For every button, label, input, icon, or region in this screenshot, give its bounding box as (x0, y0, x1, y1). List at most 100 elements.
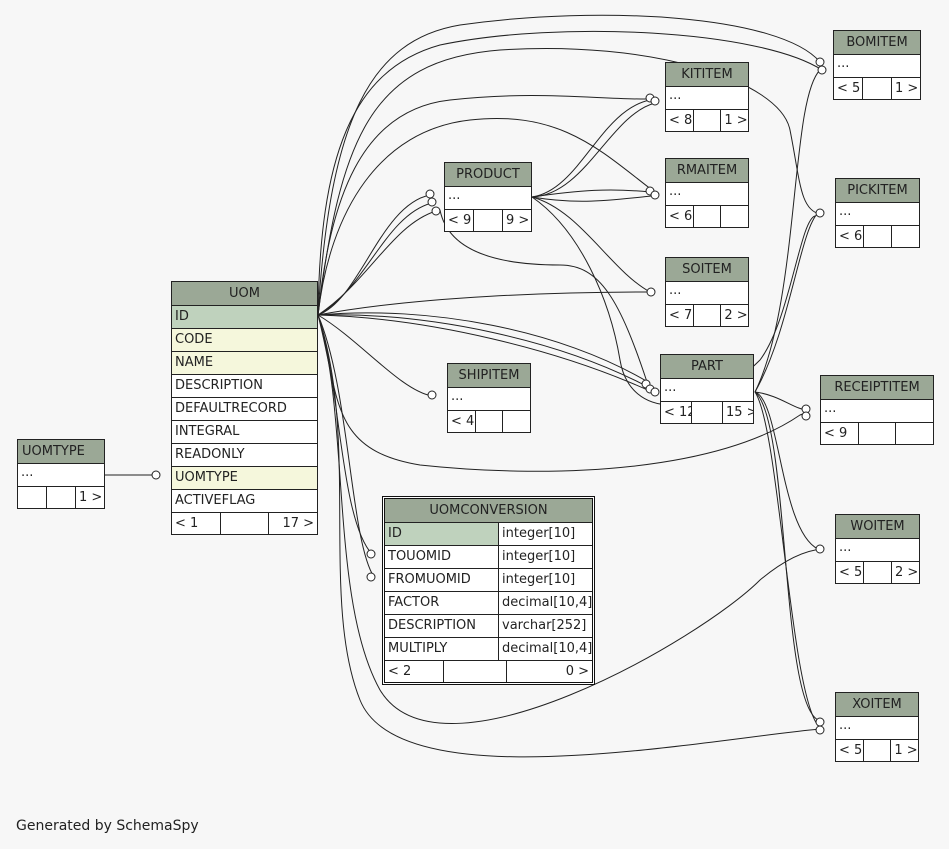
edge-end-marker (650, 190, 660, 200)
parents-count: < 5 (834, 78, 863, 99)
edge-end-marker (427, 197, 437, 207)
parents-count: < 1 (172, 513, 221, 534)
column-multiply: MULTIPLY decimal[10,4] (385, 638, 592, 661)
columns-count (859, 423, 897, 444)
edge-end-marker (151, 470, 161, 480)
collapsed-columns: ... (666, 183, 748, 206)
columns-count (864, 740, 892, 761)
column-id: ID integer[10] (385, 523, 592, 546)
edge-part-woitem (754, 391, 819, 550)
columns-count (476, 411, 504, 432)
parents-count: < 5 (836, 740, 864, 761)
table-kititem[interactable]: KITITEM ... < 8 1 > (665, 62, 749, 132)
children-count: 2 > (895, 565, 919, 580)
edge-end-marker (645, 186, 655, 196)
table-title: RMAITEM (666, 159, 748, 183)
table-part[interactable]: PART ... < 12 15 > (660, 354, 754, 424)
parents-count: < 2 (385, 661, 444, 682)
column-name: FACTOR (385, 592, 499, 614)
columns-count (221, 513, 270, 534)
table-uomtype[interactable]: UOMTYPE ... 1 > (17, 439, 105, 509)
table-title: BOMITEM (834, 31, 920, 55)
column-name: TOUOMID (385, 546, 499, 568)
edge-end-marker (650, 96, 660, 106)
table-bomitem[interactable]: BOMITEM ... < 5 1 > (833, 30, 921, 100)
table-uom[interactable]: UOM ID CODE NAME DESCRIPTION DEFAULTRECO… (171, 281, 318, 535)
columns-count (444, 661, 507, 682)
children-count: 0 > (565, 664, 589, 679)
children-count: 15 > (726, 405, 753, 420)
table-footer: < 6 (666, 206, 748, 227)
columns-count (864, 562, 892, 583)
edge-product-rmaitem-1 (531, 189, 651, 198)
parents-count: < 9 (445, 210, 474, 231)
edge-end-marker (815, 57, 825, 67)
table-shipitem[interactable]: SHIPITEM ... < 4 (447, 363, 531, 433)
parents-count: < 6 (836, 226, 864, 247)
table-footer: < 6 (836, 226, 919, 247)
table-product[interactable]: PRODUCT ... < 9 9 > (444, 162, 532, 232)
column-type: decimal[10,4] (502, 595, 592, 610)
edge-part-bomitem (754, 69, 821, 393)
children-count: 17 > (282, 516, 315, 531)
edge-end-marker (366, 572, 376, 582)
column-readonly: READONLY (172, 444, 317, 467)
table-xoitem[interactable]: XOITEM ... < 5 1 > (835, 692, 919, 762)
columns-count (694, 206, 722, 227)
table-receiptitem[interactable]: RECEIPTITEM ... < 9 (820, 375, 934, 445)
table-title: RECEIPTITEM (821, 376, 933, 400)
column-activeflag: ACTIVEFLAG (172, 490, 317, 513)
edge-part-receiptitem (754, 391, 809, 411)
collapsed-columns: ... (661, 379, 753, 402)
children-count (503, 411, 530, 432)
table-woitem[interactable]: WOITEM ... < 5 2 > (835, 514, 920, 584)
table-title: UOMTYPE (18, 440, 104, 464)
collapsed-columns: ... (445, 187, 531, 210)
generated-by-credit: Generated by SchemaSpy (16, 818, 199, 834)
column-description: DESCRIPTION (172, 375, 317, 398)
table-footer: < 12 15 > (661, 402, 753, 423)
edge-end-marker (427, 390, 437, 400)
edge-end-marker (817, 65, 827, 75)
table-footer: < 9 9 > (445, 210, 531, 231)
column-type: decimal[10,4] (502, 641, 592, 656)
children-count: 1 > (894, 743, 918, 758)
table-title: PRODUCT (445, 163, 531, 187)
column-defaultrecord: DEFAULTRECORD (172, 398, 317, 421)
table-pickitem[interactable]: PICKITEM ... < 6 (835, 178, 920, 248)
children-count: 1 > (79, 490, 103, 505)
table-footer: < 5 1 > (836, 740, 918, 761)
collapsed-columns: ... (666, 282, 748, 305)
edge-end-marker (645, 93, 655, 103)
column-type: integer[10] (502, 572, 576, 587)
column-id: ID (172, 306, 317, 329)
column-factor: FACTOR decimal[10,4] (385, 592, 592, 615)
table-uomconversion[interactable]: UOMCONVERSION ID integer[10] TOUOMID int… (382, 496, 595, 685)
columns-count (474, 210, 503, 231)
table-title: SHIPITEM (448, 364, 530, 388)
edge-uom-product-1 (317, 194, 431, 316)
children-count (892, 226, 919, 247)
table-footer: < 2 0 > (385, 661, 592, 682)
edge-product-soitem (531, 196, 651, 293)
children-count (721, 206, 748, 227)
edge-end-marker (641, 379, 651, 389)
table-footer: < 4 (448, 411, 530, 432)
column-touomid: TOUOMID integer[10] (385, 546, 592, 569)
edge-part-pickitem (754, 212, 819, 393)
columns-count (694, 305, 722, 326)
column-type: varchar[252] (502, 618, 587, 633)
table-footer: < 7 2 > (666, 305, 748, 326)
collapsed-columns: ... (18, 464, 104, 487)
edge-uom-shipitem (317, 314, 433, 397)
columns-count (863, 78, 892, 99)
collapsed-columns: ... (834, 55, 920, 78)
table-title: SOITEM (666, 258, 748, 282)
table-soitem[interactable]: SOITEM ... < 7 2 > (665, 257, 749, 327)
table-rmaitem[interactable]: RMAITEM ... < 6 (665, 158, 749, 228)
children-count: 1 > (895, 81, 919, 96)
table-title: UOMCONVERSION (385, 499, 592, 523)
edge-uom-fromuomid (317, 314, 375, 578)
collapsed-columns: ... (836, 203, 919, 226)
edge-end-marker (646, 287, 656, 297)
